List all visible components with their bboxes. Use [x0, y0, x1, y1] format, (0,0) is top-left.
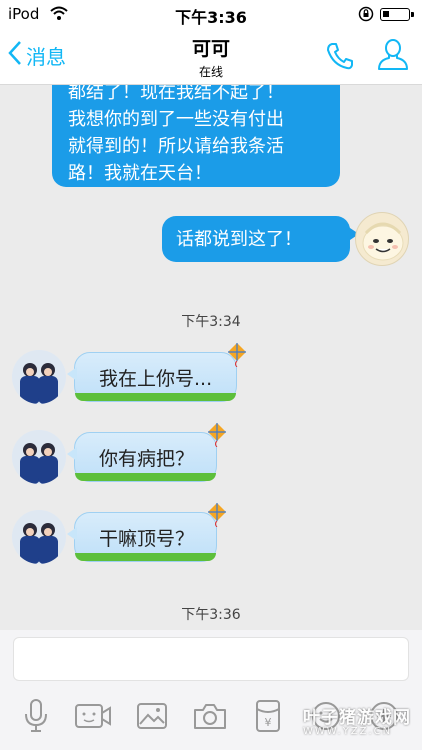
message-bubble-sent[interactable]: 都结了！现在我结不起了！ 我想你的到了一些没有付出 就得到的！所以请给我条活 路…	[52, 85, 340, 187]
red-packet-icon[interactable]: ¥	[248, 696, 288, 736]
phone-icon[interactable]	[324, 40, 356, 76]
battery-icon	[380, 8, 414, 21]
message-bubble-received[interactable]: 我在上你号...	[67, 343, 246, 402]
message-input[interactable]	[13, 637, 409, 681]
kite-icon	[204, 501, 230, 532]
my-avatar[interactable]	[355, 212, 409, 266]
message-text: 话都说到这了！	[176, 228, 302, 250]
image-icon[interactable]	[132, 696, 172, 736]
contact-name: 可可	[191, 38, 230, 60]
message-line: 我想你的到了一些没有付出	[68, 109, 284, 130]
video-icon[interactable]	[73, 696, 113, 736]
message-line: 路！我就在天台！	[68, 163, 212, 184]
profile-icon[interactable]	[376, 37, 410, 77]
camera-icon[interactable]	[190, 696, 230, 736]
timestamp: 下午3:36	[181, 607, 241, 623]
chat-area[interactable]: 都结了！现在我结不起了！ 我想你的到了一些没有付出 就得到的！所以请给我条活 路…	[0, 85, 422, 630]
microphone-icon[interactable]	[16, 696, 56, 736]
message-line: 都结了！现在我结不起了！	[68, 85, 284, 103]
message-bubble-received[interactable]: 干嘛顶号？	[67, 503, 226, 562]
kite-icon	[224, 341, 250, 372]
status-bar: iPod 下午3:36	[0, 0, 422, 28]
orientation-lock-icon	[358, 6, 374, 26]
message-text: 我在上你号...	[99, 367, 213, 390]
watermark: 叶子猪游戏网 WWW.YZZ.CN	[303, 703, 419, 743]
watermark-title: 叶子猪游戏网	[303, 708, 411, 728]
message-text: 干嘛顶号？	[99, 527, 195, 550]
message-bubble-sent[interactable]: 话都说到这了！	[162, 216, 359, 262]
svg-text:¥: ¥	[265, 716, 272, 729]
contact-avatar[interactable]	[12, 430, 66, 484]
message-text: 你有病把？	[99, 447, 195, 470]
online-status: 在线	[198, 65, 223, 79]
message-bubble-received[interactable]: 你有病把？	[67, 423, 226, 482]
chat-header: 消息 可可 在线	[0, 28, 422, 85]
contact-avatar[interactable]	[12, 510, 66, 564]
contact-avatar[interactable]	[12, 350, 66, 404]
kite-icon	[204, 421, 230, 452]
timestamp: 下午3:34	[181, 314, 241, 330]
message-line: 就得到的！所以请给我条活	[68, 136, 284, 157]
